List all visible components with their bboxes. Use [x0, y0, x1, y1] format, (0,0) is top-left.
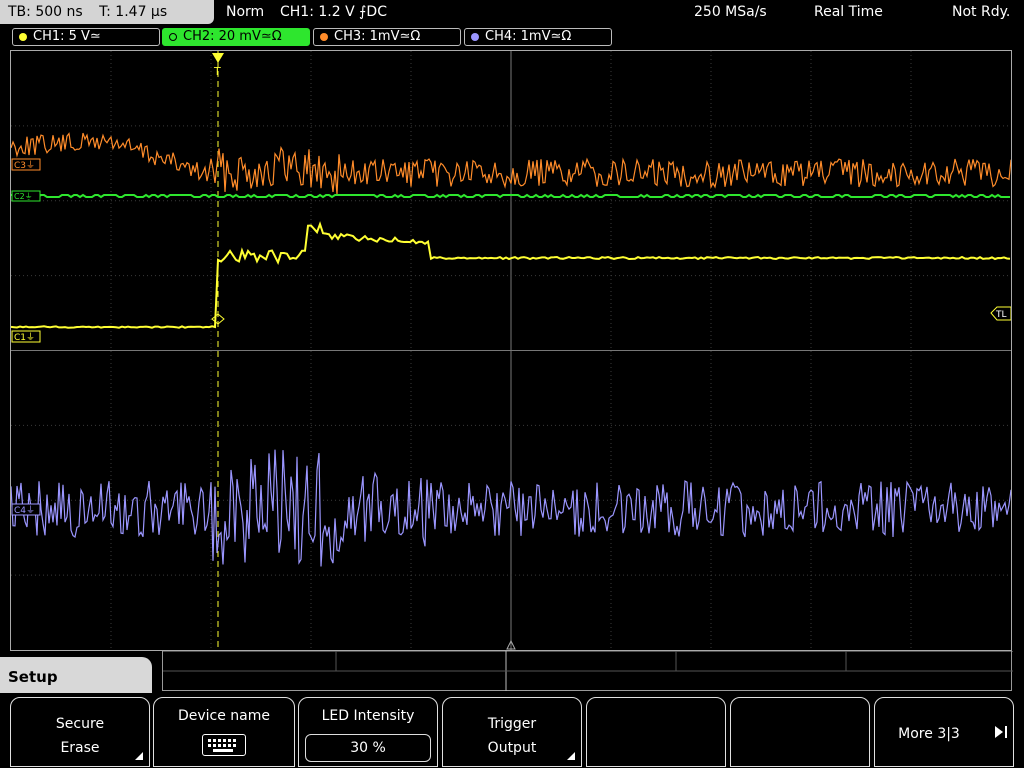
ch4-ground-marker[interactable]: C4⏚	[11, 503, 41, 516]
ch1-ground-marker[interactable]: C1⏚	[11, 330, 41, 343]
led-intensity-value[interactable]: 30 %	[305, 734, 431, 762]
trigger-source-label[interactable]: CH1: 1.2 V ⨍DC	[280, 0, 387, 24]
trigger-mode-label[interactable]: Norm	[226, 0, 264, 24]
tab-ch4-label: CH4: 1mV≃Ω	[485, 29, 572, 44]
tab-ch4[interactable]: CH4: 1mV≃Ω	[464, 28, 612, 46]
led-intensity-label: LED Intensity	[321, 708, 415, 724]
trigger-output-line1: Trigger	[487, 716, 537, 732]
empty-softkey-5[interactable]	[586, 697, 726, 767]
waveform-display[interactable]: T C3⏚ C2⏚ C1⏚ C4⏚ TL	[10, 50, 1012, 651]
ch3-ground-marker[interactable]: C3⏚	[11, 158, 41, 171]
empty-softkey-6[interactable]	[730, 697, 870, 767]
ch2-ground-marker[interactable]: C2⏚	[11, 190, 41, 202]
graticule	[11, 51, 1011, 650]
trigger-output-line2: Output	[487, 740, 537, 756]
svg-text:TL: TL	[995, 310, 1007, 320]
svg-text:C4⏚: C4⏚	[14, 505, 35, 516]
channel-tabs: CH1: 5 V≃ CH2: 20 mV≃Ω CH3: 1mV≃Ω CH4: 1…	[0, 26, 1024, 48]
keyboard-icon	[202, 734, 246, 756]
tab-ch1[interactable]: CH1: 5 V≃	[12, 28, 160, 46]
submenu-corner-icon	[135, 752, 143, 760]
timebase-label: TB: 500 ns	[8, 4, 83, 20]
secure-erase-line2: Erase	[60, 740, 100, 756]
tab-ch1-label: CH1: 5 V≃	[33, 29, 101, 44]
led-intensity-button[interactable]: LED Intensity 30 %	[298, 697, 438, 767]
trigger-position-marker-icon[interactable]	[212, 53, 224, 63]
device-name-button[interactable]: Device name	[153, 697, 295, 767]
acquisition-mode-label: Real Time	[814, 4, 883, 20]
svg-text:C1⏚: C1⏚	[14, 332, 35, 343]
timebase-box[interactable]: TB: 500 ns T: 1.47 µs	[0, 0, 214, 24]
next-page-arrow-icon	[995, 726, 1003, 738]
ch4-dot-icon	[471, 33, 479, 41]
tab-ch3-label: CH3: 1mV≃Ω	[334, 29, 421, 44]
trigger-level-marker[interactable]: TL	[990, 306, 1011, 321]
device-name-label: Device name	[177, 708, 271, 724]
zoom-grid	[163, 650, 1013, 691]
status-bar: TB: 500 ns T: 1.47 µs Norm CH1: 1.2 V ⨍D…	[0, 0, 1024, 24]
softkey-bar: Secure Erase Device name LED Intensity 3…	[0, 693, 1024, 768]
tab-ch2-label: CH2: 20 mV≃Ω	[183, 29, 282, 44]
svg-text:C2⏚: C2⏚	[14, 192, 33, 201]
submenu-corner-icon	[567, 752, 575, 760]
tab-ch3[interactable]: CH3: 1mV≃Ω	[313, 28, 461, 46]
more-menu-button[interactable]: More 3|3	[874, 697, 1014, 767]
trigger-marker-label: T	[213, 65, 221, 78]
secure-erase-line1: Secure	[55, 716, 105, 732]
svg-text:C3⏚: C3⏚	[14, 160, 35, 171]
waveform-canvas: T C3⏚ C2⏚ C1⏚ C4⏚ TL	[11, 51, 1011, 650]
setup-menu-tab[interactable]: Setup	[0, 657, 152, 697]
next-page-bar-icon	[1005, 726, 1007, 738]
zoom-area	[162, 650, 1013, 691]
ch3-dot-icon	[320, 33, 328, 41]
more-menu-label: More 3|3	[898, 726, 960, 742]
trigger-time-label: T: 1.47 µs	[99, 4, 168, 20]
trigger-output-button[interactable]: Trigger Output	[442, 697, 582, 767]
acquisition-status-label: Not Rdy.	[952, 4, 1011, 20]
sample-rate-label: 250 MSa/s	[694, 4, 767, 20]
ch1-dot-icon	[19, 33, 27, 41]
ch2-dot-icon	[169, 33, 177, 41]
secure-erase-button[interactable]: Secure Erase	[10, 697, 150, 767]
tab-ch2[interactable]: CH2: 20 mV≃Ω	[162, 28, 310, 46]
